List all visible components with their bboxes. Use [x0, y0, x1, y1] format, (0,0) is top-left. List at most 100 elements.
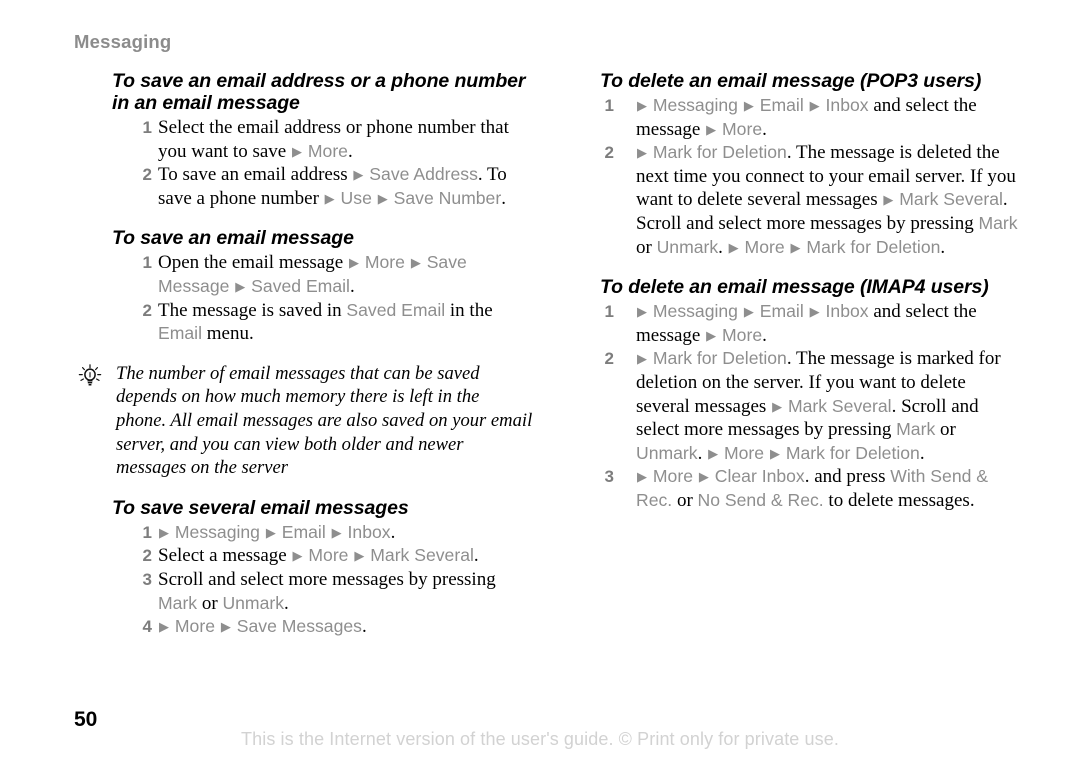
step-arrow-icon: ▶: [790, 239, 801, 255]
step-text: .: [919, 442, 925, 464]
step-arrow-icon: ▶: [331, 524, 342, 540]
step-item: 2 The message is saved in Saved Email in …: [112, 299, 532, 346]
step-item: 3 Scroll and select more messages by pres…: [112, 568, 532, 615]
step-text: to delete messages.: [823, 489, 975, 511]
ui-term: Clear Inbox: [709, 466, 805, 487]
ui-term: Use: [335, 187, 377, 208]
step-number: 1: [604, 96, 614, 115]
ui-term: More: [717, 118, 763, 139]
step-text: .: [390, 521, 396, 543]
step-arrow-icon: ▶: [809, 304, 820, 320]
ui-term: Save Messages: [231, 616, 362, 637]
step-arrow-icon: ▶: [354, 548, 365, 564]
step-number: 2: [142, 165, 152, 185]
ui-term: No Send & Rec.: [697, 489, 824, 510]
step-arrow-icon: ▶: [809, 98, 820, 113]
step-arrow-icon: ▶: [769, 445, 780, 461]
ui-term: Email: [754, 301, 809, 322]
step-item: 2 To save an email address ▶ Save Address…: [112, 163, 532, 210]
ui-term: Mark Several: [365, 545, 474, 566]
ui-term: Email: [276, 521, 331, 542]
step-arrow-icon: ▶: [706, 327, 717, 343]
step-item: 1 ▶ Messaging ▶ Email ▶ Inbox and select …: [600, 94, 1020, 141]
ui-term: Email: [754, 95, 809, 115]
step-arrow-icon: ▶: [235, 278, 246, 294]
step-text: in the: [445, 299, 493, 321]
step-number: 1: [142, 253, 152, 273]
ui-term: Mark for Deletion: [801, 236, 941, 257]
step-arrow-icon: ▶: [772, 398, 783, 414]
step-text: .: [762, 118, 767, 140]
step-item: 1 Select the email address or phone numbe…: [112, 116, 532, 163]
ui-term: Saved Email: [346, 299, 446, 320]
ui-term: Messaging: [648, 301, 743, 322]
step-arrow-icon: ▶: [698, 469, 709, 485]
step-text: or: [636, 236, 657, 258]
step-text: or: [935, 419, 956, 441]
step-arrow-icon: ▶: [883, 192, 894, 208]
step-text: Select a message: [158, 545, 292, 567]
section-heading: To save several email messages: [112, 496, 409, 519]
step-arrow-icon: ▶: [637, 98, 647, 113]
step-list: 1 ▶ Messaging ▶ Email ▶ Inbox. 2 Select a m…: [112, 521, 532, 639]
ui-term: More: [170, 616, 220, 637]
lightbulb-tip-icon: [78, 363, 102, 388]
ui-term: Mark Several: [783, 395, 892, 416]
step-number: 1: [604, 302, 614, 322]
step-arrow-icon: ▶: [159, 524, 169, 540]
step-text: . and press: [804, 466, 891, 488]
step-arrow-icon: ▶: [159, 619, 169, 635]
step-text: .: [940, 236, 946, 258]
step-text: Open the email message: [158, 252, 348, 274]
manual-page: Messaging To save an email address or a …: [0, 0, 1080, 766]
step-arrow-icon: ▶: [348, 255, 359, 271]
step-text: .: [361, 616, 367, 638]
step-number: 2: [604, 349, 614, 369]
step-number: 1: [142, 118, 152, 137]
ui-term: Mark: [158, 592, 198, 613]
ui-term: Mark for Deletion: [780, 442, 920, 463]
ui-term: Inbox: [342, 521, 391, 542]
ui-term: More: [739, 236, 790, 257]
step-arrow-icon: ▶: [743, 304, 754, 320]
step-list: 1 ▶ Messaging ▶ Email ▶ Inbox and select …: [600, 94, 1020, 259]
step-arrow-icon: ▶: [220, 619, 231, 635]
step-item: 1 ▶ Messaging ▶ Email ▶ Inbox and select …: [600, 300, 1020, 347]
step-list: 1 Open the email message ▶ More ▶ Save Me…: [112, 251, 532, 345]
ui-term: Unmark: [656, 236, 719, 257]
running-header-messaging: Messaging: [74, 31, 172, 52]
ui-term: Save Number: [388, 187, 502, 208]
step-arrow-icon: ▶: [637, 145, 647, 161]
ui-term: More: [303, 545, 354, 566]
step-text: To save an email address: [158, 164, 353, 186]
step-arrow-icon: ▶: [637, 469, 647, 485]
step-text: The message is saved in: [158, 299, 347, 321]
step-text: .: [501, 187, 506, 209]
step-arrow-icon: ▶: [706, 121, 717, 137]
step-item: 1 ▶ Messaging ▶ Email ▶ Inbox.: [112, 521, 532, 545]
step-arrow-icon: ▶: [637, 351, 647, 367]
step-arrow-icon: ▶: [265, 524, 276, 540]
step-item: 3 ▶ More ▶ Clear Inbox. and press With Se…: [600, 465, 1020, 512]
step-number: 2: [604, 143, 614, 163]
ui-term: Mark Several: [894, 189, 1003, 210]
right-column: To delete an email message (POP3 users) 1…: [600, 70, 1020, 513]
step-text: .: [347, 140, 353, 162]
ui-term: Inbox: [820, 301, 869, 322]
step-number: 2: [142, 546, 152, 566]
step-arrow-icon: ▶: [324, 190, 335, 206]
step-arrow-icon: ▶: [708, 445, 719, 461]
step-arrow-icon: ▶: [743, 98, 754, 113]
section-heading: To save an email address or a phone numb…: [112, 70, 526, 114]
left-sections: To save an email address or a phone numb…: [112, 70, 532, 346]
ui-term: Mark for Deletion: [648, 348, 787, 369]
step-text: .: [697, 442, 708, 464]
step-text: .: [718, 236, 728, 258]
step-number: 1: [142, 522, 152, 542]
ui-term: More: [648, 466, 698, 487]
step-text: .: [284, 592, 289, 614]
footer-notice: This is the Internet version of the user…: [241, 729, 839, 749]
step-arrow-icon: ▶: [728, 239, 739, 255]
right-sections: To delete an email message (POP3 users) 1…: [600, 70, 1020, 513]
step-arrow-icon: ▶: [410, 255, 421, 271]
